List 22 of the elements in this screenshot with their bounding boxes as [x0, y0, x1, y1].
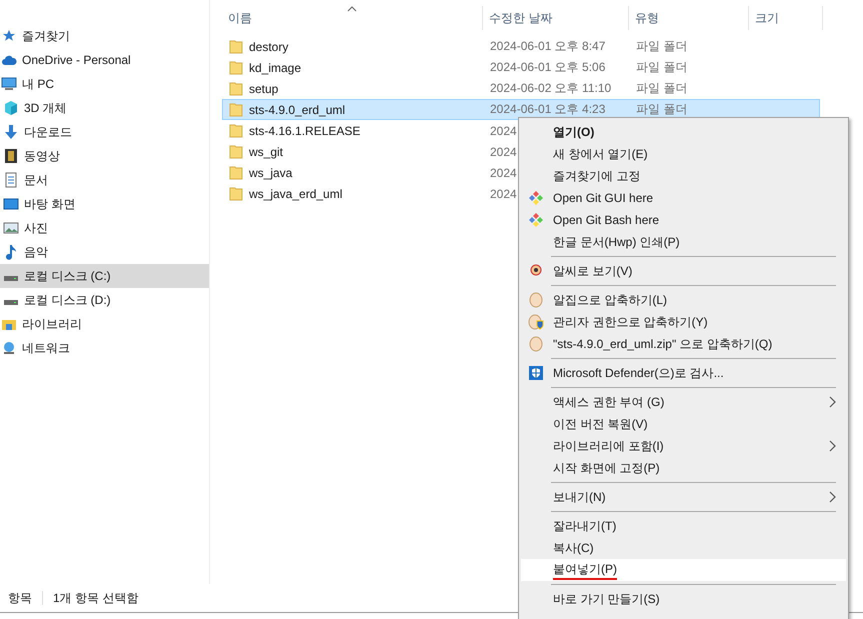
modified-date: 2024 — [490, 124, 517, 138]
modified-date: 2024 — [490, 186, 517, 200]
file-name: ws_git — [249, 144, 284, 158]
modified-date: 2024-06-01 오후 5:06 — [490, 59, 606, 76]
file-name: kd_image — [249, 60, 302, 74]
modified-date: 2024 — [490, 144, 517, 158]
file-type: 파일 폴더 — [636, 38, 688, 55]
item-count: 항목 — [8, 590, 32, 606]
file-type: 파일 폴더 — [636, 101, 688, 118]
file-type: 파일 폴더 — [636, 59, 688, 76]
file-name: sts-4.9.0_erd_uml — [249, 102, 346, 116]
modified-date: 2024 — [490, 166, 517, 180]
modified-date: 2024-06-01 오후 4:23 — [490, 101, 606, 118]
modified-date: 2024-06-01 오후 8:47 — [490, 38, 606, 55]
file-name: ws_java — [249, 166, 292, 180]
file-name: ws_java_erd_uml — [249, 186, 342, 200]
modified-date: 2024-06-02 오후 11:10 — [490, 80, 612, 97]
file-type: 파일 폴더 — [636, 80, 688, 97]
selection-count: 1개 항목 선택함 — [53, 590, 138, 606]
file-name: setup — [249, 82, 278, 96]
file-name: destory — [249, 40, 288, 54]
file-name: sts-4.16.1.RELEASE — [249, 124, 360, 138]
